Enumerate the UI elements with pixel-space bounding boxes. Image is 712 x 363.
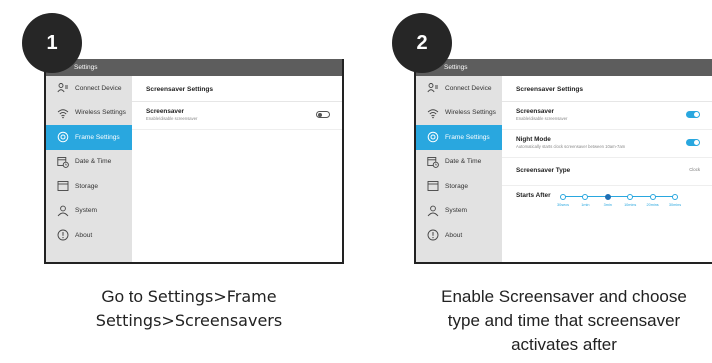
wifi-icon [56, 107, 70, 119]
slider-stop-label: 10mins [624, 203, 637, 207]
caption-path: Settings>Frame [147, 287, 277, 306]
sidebar-item-connect-device[interactable]: Connect Device [46, 76, 132, 101]
sidebar-item-label: Wireless Settings [445, 109, 496, 117]
sidebar-item-label: System [75, 207, 97, 215]
calendar-clock-icon [56, 156, 70, 168]
row-title: Night Mode [516, 136, 551, 143]
caption-text: type and time that screensaver [447, 311, 681, 330]
screensaver-row: Screensaver Enable/disable screensaver [502, 102, 712, 130]
sidebar-item-system[interactable]: System [46, 199, 132, 224]
step-number-badge: 2 [392, 13, 452, 73]
screensaver-row: Screensaver Enable/disable screensaver [132, 102, 342, 130]
step-number-badge: 1 [22, 13, 82, 73]
sidebar-item-about[interactable]: About [416, 223, 502, 248]
slider-stop[interactable] [582, 193, 589, 200]
sidebar-item-system[interactable]: System [416, 199, 502, 224]
slider-stop-label: 3min [603, 203, 612, 207]
settings-screen: Settings Connect Device Wireless Setting… [44, 59, 344, 264]
slider-stop[interactable] [672, 193, 678, 200]
sidebar-item-label: About [445, 231, 463, 239]
settings-sidebar: Connect Device Wireless Settings Frame S… [416, 76, 502, 262]
caption-text: Enable Screensaver and choose [441, 287, 687, 306]
connect-device-icon [426, 82, 440, 94]
sidebar-item-about[interactable]: About [46, 223, 132, 248]
slider-stop-label: 20mins [646, 203, 659, 207]
connect-device-icon [56, 82, 70, 94]
calendar-clock-icon [426, 156, 440, 168]
sidebar-item-date-time[interactable]: Date & Time [46, 150, 132, 175]
row-title: Screensaver [146, 108, 185, 115]
sidebar-item-label: Frame Settings [445, 133, 490, 141]
slider-stop-label: 30secs [556, 203, 570, 207]
frame-settings-icon [426, 131, 440, 143]
wifi-icon [426, 107, 440, 119]
sidebar-item-storage[interactable]: Storage [416, 174, 502, 199]
window-title: Settings [46, 59, 342, 76]
slider-stop[interactable] [604, 193, 611, 200]
slider-stop[interactable] [627, 193, 634, 200]
screensaver-toggle[interactable] [686, 111, 700, 118]
sidebar-item-connect-device[interactable]: Connect Device [416, 76, 502, 101]
storage-icon [56, 180, 70, 192]
sidebar-item-frame-settings[interactable]: Frame Settings [46, 125, 132, 150]
sidebar-item-storage[interactable]: Storage [46, 174, 132, 199]
sidebar-item-label: System [445, 207, 467, 215]
frame-settings-icon [56, 131, 70, 143]
sidebar-item-frame-settings[interactable]: Frame Settings [416, 125, 502, 150]
night-mode-row: Night Mode Automatically starts clock sc… [502, 130, 712, 158]
slider-track [563, 196, 675, 197]
settings-sidebar: Connect Device Wireless Settings Frame S… [46, 76, 132, 262]
caption-path: Settings>Screensavers [95, 311, 283, 330]
sidebar-item-label: Wireless Settings [75, 109, 126, 117]
sidebar-item-label: Frame Settings [75, 133, 120, 141]
caption-text: activates after [511, 335, 617, 354]
slider-stop[interactable] [560, 193, 566, 200]
user-icon [426, 205, 440, 217]
content-title: Screensaver Settings [132, 76, 342, 102]
window-title: Settings [416, 59, 712, 76]
row-title: Screensaver Type [516, 167, 571, 174]
screensaver-type-value: Clock [689, 167, 700, 172]
sidebar-item-wireless-settings[interactable]: Wireless Settings [46, 101, 132, 126]
storage-icon [426, 180, 440, 192]
night-mode-toggle[interactable] [686, 139, 700, 146]
step-1-caption: Go to Settings>Frame Settings>Screensave… [59, 285, 319, 333]
screensaver-toggle[interactable] [316, 111, 330, 118]
sidebar-item-label: About [75, 231, 93, 239]
user-icon [56, 205, 70, 217]
starts-after-row: Starts After 30secs 1min 3min 10mins 20mins 3… [502, 186, 712, 222]
sidebar-item-label: Storage [75, 182, 99, 190]
row-subtitle: Enable/disable screensaver [516, 116, 568, 121]
sidebar-item-label: Storage [445, 182, 469, 190]
settings-screen: Settings Connect Device Wireless Setting… [414, 59, 712, 264]
slider-stop-label: 1min [581, 203, 590, 207]
row-subtitle: Automatically starts clock screensaver b… [516, 144, 626, 149]
sidebar-item-label: Date & Time [445, 158, 482, 166]
sidebar-item-label: Connect Device [75, 84, 122, 92]
slider-stop[interactable] [649, 193, 656, 200]
step-2-panel: 2 Settings Connect Device Wireless Setti… [392, 0, 712, 363]
settings-content: Screensaver Settings Screensaver Enable/… [132, 76, 342, 262]
sidebar-item-label: Date & Time [75, 158, 112, 166]
sidebar-item-label: Connect Device [445, 84, 492, 92]
info-icon [426, 229, 440, 241]
content-title: Screensaver Settings [502, 76, 712, 102]
sidebar-item-wireless-settings[interactable]: Wireless Settings [416, 101, 502, 126]
starts-after-slider[interactable]: 30secs 1min 3min 10mins 20mins 30mins [556, 192, 682, 216]
row-title: Screensaver [516, 108, 555, 115]
caption-text: Go to [101, 287, 148, 306]
step-1-panel: 1 Settings Connect Device Wireless Setti… [22, 0, 344, 363]
step-2-caption: Enable Screensaver and choose type and t… [414, 285, 712, 357]
info-icon [56, 229, 70, 241]
sidebar-item-date-time[interactable]: Date & Time [416, 150, 502, 175]
screensaver-type-row[interactable]: Screensaver Type Clock [502, 158, 712, 186]
settings-content: Screensaver Settings Screensaver Enable/… [502, 76, 712, 262]
slider-stop-label: 30mins [668, 203, 682, 207]
row-subtitle: Enable/disable screensaver [146, 116, 198, 121]
